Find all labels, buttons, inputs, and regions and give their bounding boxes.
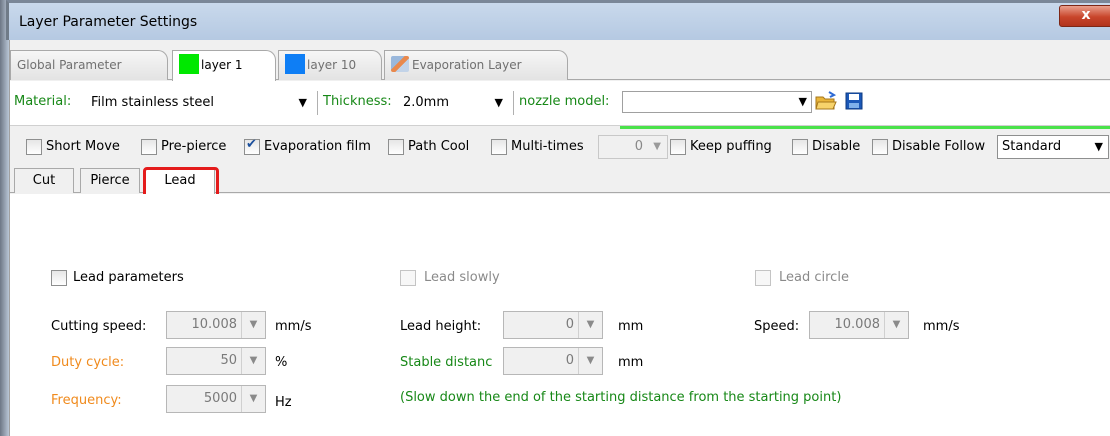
chevron-down-icon: ▼ <box>241 386 265 412</box>
tab-label: Evaporation Layer <box>412 58 522 72</box>
layer-tab-strip: Global Parameter layer 1 layer 10 Evapor… <box>10 50 1110 81</box>
duty-cycle-label: Duty cycle: <box>51 355 125 370</box>
disable-follow-checkbox[interactable] <box>872 139 888 155</box>
nozzle-combo[interactable]: ▼ <box>622 91 812 113</box>
frequency-value: 5000 <box>203 391 237 406</box>
frequency-unit: Hz <box>275 395 292 410</box>
chevron-down-icon: ▼ <box>494 96 503 109</box>
tab-layer-10[interactable]: layer 10 <box>278 50 382 80</box>
tab-label: Global Parameter <box>17 58 122 72</box>
duty-cycle-spinner[interactable]: 50 ▼ <box>166 347 266 375</box>
thickness-combo[interactable]: 2.0mm ▼ <box>400 92 508 114</box>
chevron-down-icon: ▼ <box>884 312 908 338</box>
material-row: Material: Film stainless steel ▼ Thickne… <box>10 81 1110 126</box>
lead-slowly-label: Lead slowly <box>424 270 500 285</box>
duty-cycle-value: 50 <box>220 353 237 368</box>
disable-checkbox[interactable] <box>792 139 808 155</box>
material-label: Material: <box>14 94 72 109</box>
separator <box>513 91 514 115</box>
cutting-speed-value: 10.008 <box>191 317 238 332</box>
multi-times-value: 0 <box>634 139 643 154</box>
cutting-speed-spinner[interactable]: 10.008 ▼ <box>166 311 266 339</box>
lead-height-spinner[interactable]: 0 ▼ <box>503 311 603 339</box>
mode-select[interactable]: Standard ▼ <box>997 135 1109 159</box>
chevron-down-icon: ▼ <box>578 348 602 374</box>
lead-height-value: 0 <box>565 317 574 332</box>
tab-layer-1[interactable]: layer 1 <box>172 50 276 81</box>
stable-distance-spinner[interactable]: 0 ▼ <box>503 347 603 375</box>
disable-follow-label: Disable Follow <box>892 139 986 154</box>
open-folder-icon[interactable] <box>815 91 837 111</box>
layer-color-swatch <box>179 54 199 74</box>
short-move-label: Short Move <box>46 139 120 154</box>
stable-distance-unit: mm <box>618 355 644 370</box>
speed-spinner[interactable]: 10.008 ▼ <box>809 311 909 339</box>
frequency-spinner[interactable]: 5000 ▼ <box>166 385 266 413</box>
lead-height-unit: mm <box>618 319 644 334</box>
chevron-down-icon: ▼ <box>578 312 602 338</box>
evaporation-film-checkbox[interactable] <box>244 137 260 155</box>
material-value: Film stainless steel <box>91 95 215 110</box>
close-button[interactable]: x <box>1059 5 1110 27</box>
path-cool-checkbox[interactable] <box>388 139 404 155</box>
evaporation-film-label: Evaporation film <box>264 139 371 154</box>
material-combo[interactable]: Film stainless steel ▼ <box>88 92 312 114</box>
active-layer-indicator <box>620 126 1110 129</box>
multi-times-spinner[interactable]: 0 ▼ <box>598 135 668 159</box>
lead-slowly-checkbox[interactable] <box>400 270 416 286</box>
title-bar: Layer Parameter Settings x <box>6 0 1110 40</box>
window-title: Layer Parameter Settings <box>19 14 198 30</box>
chevron-down-icon: ▼ <box>241 348 265 374</box>
chevron-down-icon: ▼ <box>653 141 661 152</box>
stable-distance-label: Stable distanc <box>400 355 493 370</box>
multi-times-label: Multi-times <box>511 139 584 154</box>
stable-distance-value: 0 <box>565 353 574 368</box>
tab-pierce[interactable]: Pierce <box>80 168 140 193</box>
duty-cycle-unit: % <box>275 355 288 370</box>
multi-times-checkbox[interactable] <box>491 139 507 155</box>
tab-label: Pierce <box>90 173 130 188</box>
save-icon[interactable] <box>845 92 863 110</box>
nozzle-label: nozzle model: <box>519 94 610 109</box>
dialog-client: Global Parameter layer 1 layer 10 Evapor… <box>9 40 1110 436</box>
lead-height-label: Lead height: <box>400 319 482 334</box>
chevron-down-icon: ▼ <box>241 312 265 338</box>
layer-color-swatch <box>285 54 305 74</box>
tab-cut[interactable]: Cut <box>14 168 74 193</box>
lead-parameters-checkbox[interactable] <box>51 270 67 286</box>
lead-parameters-label: Lead parameters <box>73 270 184 285</box>
separator <box>317 91 318 115</box>
tab-label: layer 1 <box>201 58 243 72</box>
lead-panel: Lead parameters Lead slowly Lead circle … <box>10 194 1110 436</box>
thickness-value: 2.0mm <box>403 95 450 110</box>
chevron-down-icon: ▼ <box>798 95 807 108</box>
keep-puffing-label: Keep puffing <box>690 139 772 154</box>
window-frame-left <box>0 0 9 436</box>
pre-pierce-checkbox[interactable] <box>141 139 157 155</box>
evaporation-icon <box>391 56 409 72</box>
tab-global-parameter[interactable]: Global Parameter <box>10 50 168 80</box>
speed-value: 10.008 <box>834 317 881 332</box>
options-row: Short Move Pre-pierce Evaporation film P… <box>10 131 1110 165</box>
lead-slowly-note: (Slow down the end of the starting dista… <box>400 390 842 405</box>
keep-puffing-checkbox[interactable] <box>670 139 686 155</box>
mode-value: Standard <box>1002 139 1062 154</box>
chevron-down-icon: ▼ <box>1094 140 1103 153</box>
cutting-speed-unit: mm/s <box>275 319 312 334</box>
speed-label: Speed: <box>754 319 800 334</box>
cutting-speed-label: Cutting speed: <box>51 319 147 334</box>
disable-label: Disable <box>812 139 861 154</box>
chevron-down-icon: ▼ <box>298 96 307 109</box>
lead-circle-label: Lead circle <box>779 270 849 285</box>
frequency-label: Frequency: <box>51 393 122 408</box>
speed-unit: mm/s <box>923 319 960 334</box>
tab-label: layer 10 <box>307 58 357 72</box>
thickness-label: Thickness: <box>323 94 392 109</box>
lead-circle-checkbox[interactable] <box>755 270 771 286</box>
tab-evaporation-layer[interactable]: Evaporation Layer <box>384 50 568 80</box>
pre-pierce-label: Pre-pierce <box>161 139 227 154</box>
path-cool-label: Path Cool <box>408 139 470 154</box>
tab-label: Cut <box>32 173 56 188</box>
short-move-checkbox[interactable] <box>26 139 42 155</box>
